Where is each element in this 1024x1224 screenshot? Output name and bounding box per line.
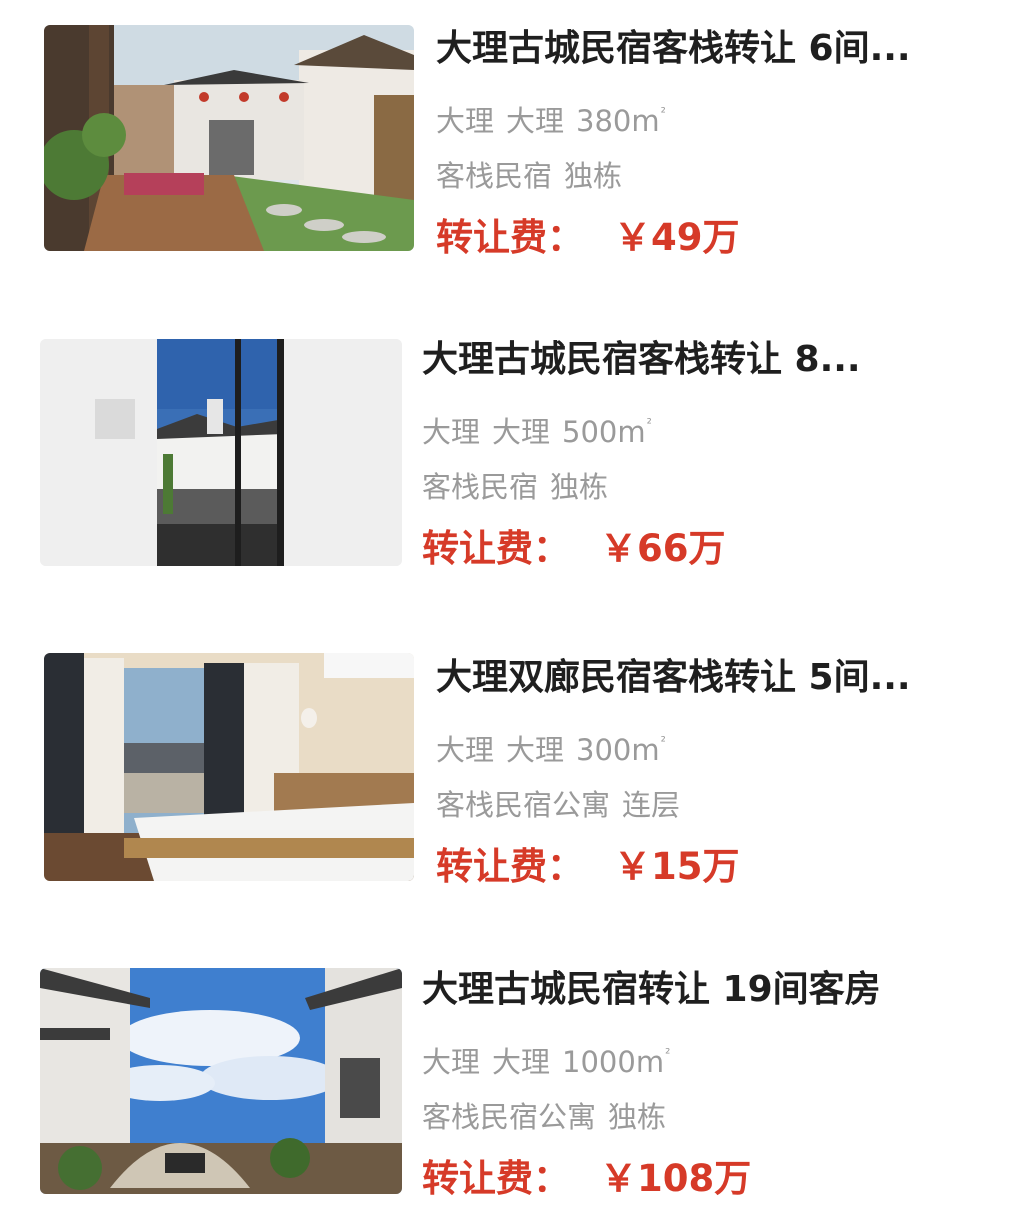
listing-city: 大理: [436, 733, 495, 767]
listing-location-area: 大理 大理 300m²: [436, 723, 996, 767]
transfer-fee-label: 转让费：: [422, 527, 570, 570]
listing-area: 500m: [562, 415, 646, 449]
listing-tags: 客栈民宿 独栋: [436, 156, 996, 196]
listing-building: 连层: [622, 788, 681, 822]
courtyard-photo-icon: [44, 25, 414, 251]
listing-building: 独栋: [608, 1100, 667, 1134]
listing-thumbnail[interactable]: [44, 653, 414, 881]
listing-tags: 客栈民宿公寓 连层: [436, 785, 996, 825]
listing-thumbnail[interactable]: [40, 339, 402, 566]
area-unit-superscript: ²: [665, 1047, 671, 1062]
listing-thumbnail[interactable]: [40, 968, 402, 1194]
sky-courtyard-photo-icon: [40, 968, 402, 1194]
listing-district: 大理: [492, 1045, 551, 1079]
listing-area: 380m: [576, 104, 660, 138]
listing-district: 大理: [506, 733, 565, 767]
glass-door-photo-icon: [40, 339, 402, 566]
listing-district: 大理: [492, 415, 551, 449]
transfer-fee: 转让费： ￥15万: [436, 843, 996, 891]
transfer-fee-label: 转让费：: [436, 845, 584, 888]
listing-title[interactable]: 大理双廊民宿客栈转让 5间...: [436, 655, 996, 701]
listing-city: 大理: [436, 104, 495, 138]
listing-building: 独栋: [564, 159, 623, 193]
listing-thumbnail[interactable]: [44, 25, 414, 251]
transfer-fee-label: 转让费：: [422, 1157, 570, 1200]
listing-type: 客栈民宿: [422, 470, 539, 504]
listing-title[interactable]: 大理古城民宿客栈转让 8...: [422, 337, 992, 383]
transfer-fee-value: ￥108万: [600, 1157, 752, 1200]
area-unit-superscript: ²: [660, 735, 666, 750]
listing-district: 大理: [506, 104, 565, 138]
listing-city: 大理: [422, 1045, 481, 1079]
listing-card[interactable]: 大理古城民宿转让 19间客房 大理 大理 1000m² 客栈民宿公寓 独栋 转让费： ￥…: [0, 945, 1024, 1224]
listing-area: 1000m: [562, 1045, 665, 1079]
transfer-fee-label: 转让费：: [436, 216, 584, 259]
transfer-fee-value: ￥15万: [614, 845, 740, 888]
listing-location-area: 大理 大理 1000m²: [422, 1035, 992, 1079]
transfer-fee: 转让费： ￥108万: [422, 1155, 992, 1203]
listing-card[interactable]: 大理古城民宿客栈转让 6间... 大理 大理 380m² 客栈民宿 独栋 转让费： ￥4…: [0, 0, 1024, 290]
area-unit-superscript: ²: [646, 417, 652, 432]
listing-type: 客栈民宿: [436, 159, 553, 193]
listing-city: 大理: [422, 415, 481, 449]
transfer-fee: 转让费： ￥49万: [436, 214, 996, 262]
listing-title[interactable]: 大理古城民宿客栈转让 6间...: [436, 26, 996, 72]
listing-type: 客栈民宿公寓: [436, 788, 611, 822]
listing-title[interactable]: 大理古城民宿转让 19间客房: [422, 967, 992, 1013]
listing-tags: 客栈民宿 独栋: [422, 467, 992, 507]
transfer-fee-value: ￥49万: [614, 216, 740, 259]
watermark: [95, 399, 135, 439]
listing-location-area: 大理 大理 380m²: [436, 94, 996, 138]
area-unit-superscript: ²: [660, 106, 666, 121]
listing-area: 300m: [576, 733, 660, 767]
listing-building: 独栋: [550, 470, 609, 504]
listing-card[interactable]: 大理古城民宿客栈转让 8... 大理 大理 500m² 客栈民宿 独栋 转让费： ￥66…: [0, 315, 1024, 605]
listing-card[interactable]: 大理双廊民宿客栈转让 5间... 大理 大理 300m² 客栈民宿公寓 连层 转让费：…: [0, 630, 1024, 920]
listing-location-area: 大理 大理 500m²: [422, 405, 992, 449]
bedroom-photo-icon: [44, 653, 414, 881]
listing-tags: 客栈民宿公寓 独栋: [422, 1097, 992, 1137]
transfer-fee-value: ￥66万: [600, 527, 726, 570]
listing-type: 客栈民宿公寓: [422, 1100, 597, 1134]
transfer-fee: 转让费： ￥66万: [422, 525, 992, 573]
